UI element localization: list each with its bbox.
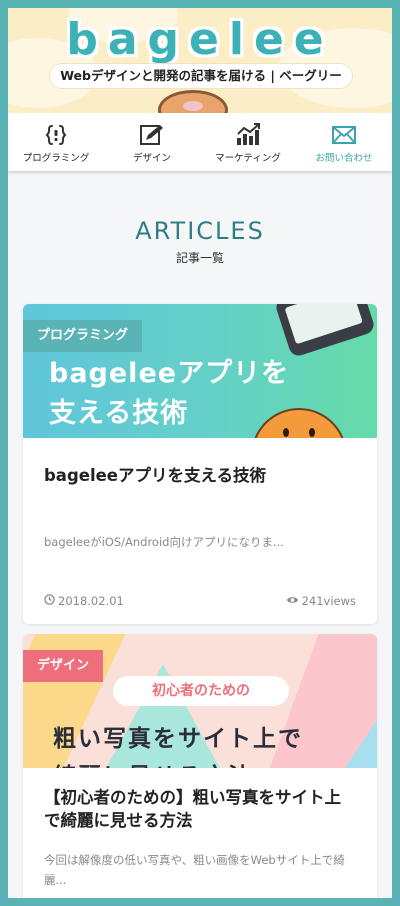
eye-icon [286,594,299,608]
article-title[interactable]: bageleeアプリを支える技術 [44,464,356,487]
site-tagline: Webデザインと開発の記事を届ける | ベーグリー [50,64,352,88]
site-header: bagelee Webデザインと開発の記事を届ける | ベーグリー [8,8,392,113]
nav-item-design[interactable]: デザイン [104,113,200,171]
thumbnail-caption: bageleeアプリを 支える技術 [49,358,290,429]
article-thumbnail: 初心者のための 粗い写真をサイト上で 綺麗に見せる方法 デザイン [23,634,377,768]
mail-icon [296,122,392,148]
bar-chart-icon [200,122,296,148]
site-logo[interactable]: bagelee [8,14,392,65]
article-date: 2018.02.01 [44,594,124,608]
nav-item-marketing[interactable]: マーケティング [200,113,296,171]
bagel-illustration [158,90,228,113]
section-subtitle: 記事一覧 [175,251,224,265]
section-title: ARTICLES [135,217,265,245]
article-title[interactable]: 【初心者のための】粗い写真をサイト上で綺麗に見せる方法 [44,786,356,832]
category-nav: プログラミング デザイン マーケティング お問い合わせ [8,113,392,171]
article-excerpt: 今回は解像度の低い写真や、粗い画像をWebサイト上で綺麗... [44,853,345,887]
article-views: 241views [286,594,356,608]
code-braces-icon [8,122,104,148]
nav-label: プログラミング [22,153,90,164]
category-badge[interactable]: プログラミング [23,320,143,352]
page-frame: bagelee Webデザインと開発の記事を届ける | ベーグリー プログラミン… [8,8,392,898]
nav-label: デザイン [132,153,171,164]
thumbnail-pill: 初心者のための [113,676,289,706]
views-text: 241views [301,594,356,608]
phone-illustration [273,304,377,359]
article-card[interactable]: bageleeアプリを 支える技術 プログラミング bageleeアプリを支える… [23,304,377,624]
article-meta: 2018.02.01 241views [44,594,356,608]
nav-label: マーケティング [215,153,281,164]
article-card[interactable]: 初心者のための 粗い写真をサイト上で 綺麗に見せる方法 デザイン 【初心者のため… [23,634,377,898]
article-thumbnail: bageleeアプリを 支える技術 プログラミング [23,304,377,438]
article-excerpt: bageleeがiOS/Android向けアプリになりま... [44,535,284,549]
design-pen-icon [104,122,200,148]
clock-icon [44,594,55,608]
date-text: 2018.02.01 [58,594,124,608]
nav-item-programming[interactable]: プログラミング [8,113,104,171]
nav-label: お問い合わせ [315,153,373,164]
nav-item-contact[interactable]: お問い合わせ [296,113,392,171]
thumbnail-caption: 粗い写真をサイト上で 綺麗に見せる方法 [53,726,303,768]
category-badge[interactable]: デザイン [23,650,104,682]
